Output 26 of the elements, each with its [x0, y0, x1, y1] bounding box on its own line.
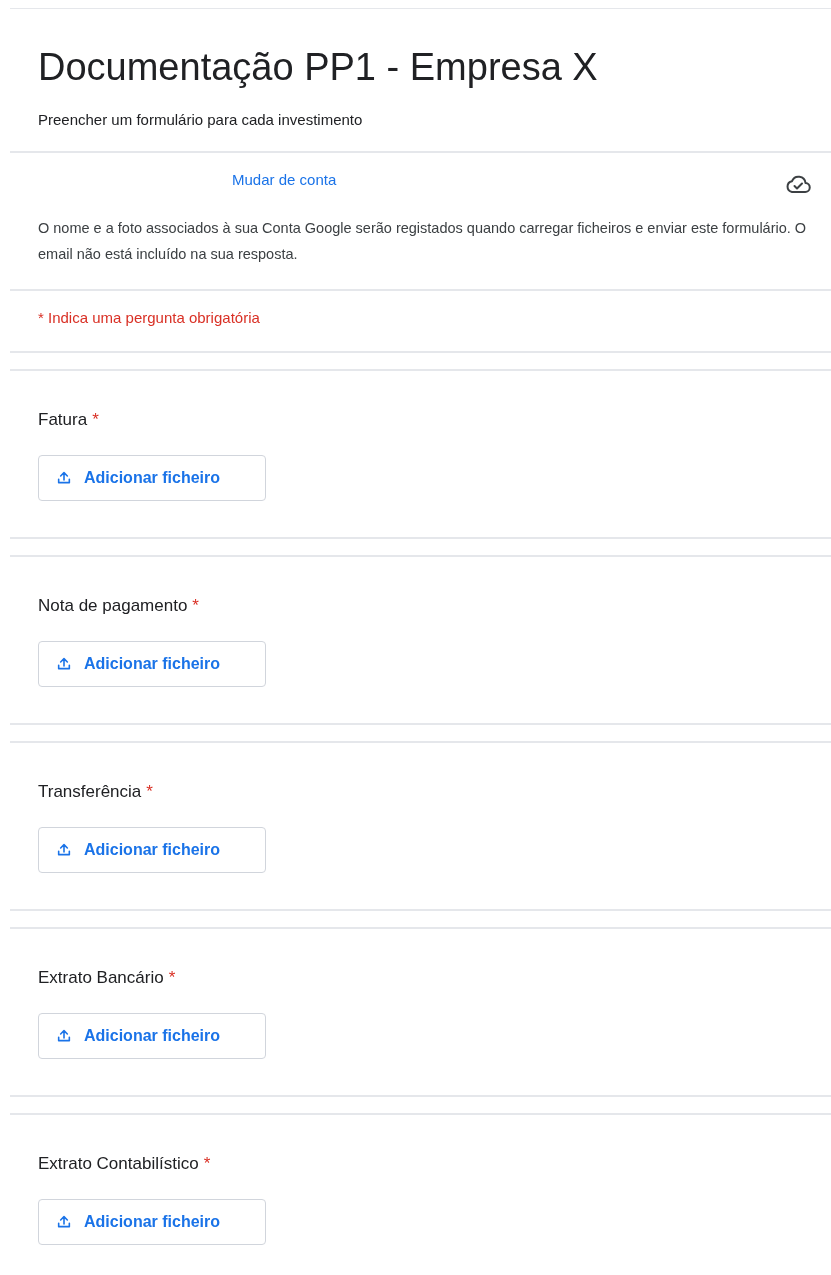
add-file-button[interactable]: Adicionar ficheiro [38, 454, 266, 501]
add-file-button[interactable]: Adicionar ficheiro [38, 1198, 266, 1245]
add-file-button[interactable]: Adicionar ficheiro [38, 1012, 266, 1059]
add-file-button[interactable]: Adicionar ficheiro [38, 826, 266, 873]
question-label: Fatura [38, 409, 88, 431]
upload-icon [56, 841, 72, 858]
cloud-check-icon [785, 173, 811, 195]
switch-account-link[interactable]: Mudar de conta [232, 169, 337, 192]
upload-icon [56, 655, 72, 672]
account-notice: O nome e a foto associados à sua Conta Google serão registados quando carregar ficheiros e enviar este formulário. O email não está incluído na sua resposta. [38, 219, 808, 264]
required-asterisk: * [168, 967, 176, 989]
required-note: * Indica uma pergunta obrigatória [38, 308, 261, 328]
required-asterisk: * [192, 595, 199, 617]
upload-icon [56, 1213, 72, 1230]
required-asterisk: * [203, 1153, 211, 1175]
question-label: Transferência [38, 781, 142, 803]
upload-icon [56, 1027, 72, 1044]
add-file-button[interactable]: Adicionar ficheiro [38, 640, 266, 687]
required-asterisk: * [92, 409, 99, 431]
form-description: Preencher um formulário para cada investimento [38, 110, 364, 130]
required-asterisk: * [146, 781, 153, 803]
question-label: Nota de pagamento [38, 595, 188, 617]
form-title: Documentação PP1 - Empresa X [38, 45, 599, 90]
question-label: Extrato Contabilístico [38, 1153, 199, 1175]
question-label: Extrato Bancário [38, 967, 164, 989]
upload-icon [56, 469, 72, 486]
